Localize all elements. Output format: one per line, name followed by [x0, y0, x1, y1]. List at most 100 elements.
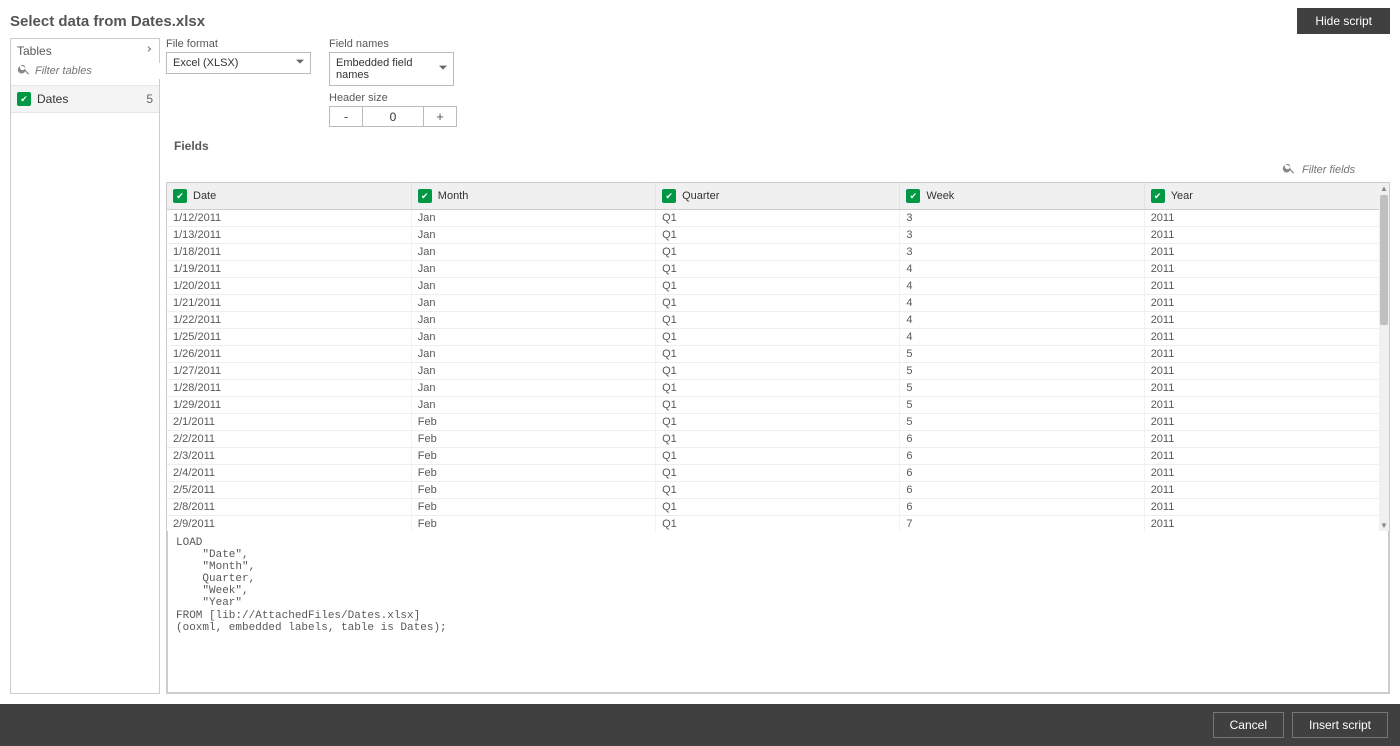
script-preview: LOAD "Date", "Month", Quarter, "Week", "… — [167, 531, 1389, 693]
table-cell: 1/21/2011 — [167, 295, 411, 312]
header-size-decrement-button[interactable]: - — [330, 107, 363, 126]
table-row: 2/5/2011FebQ162011 — [167, 482, 1389, 499]
column-label: Year — [1171, 190, 1193, 202]
table-cell: Jan — [411, 380, 655, 397]
column-header[interactable]: ✔Week — [900, 183, 1144, 210]
table-cell: 1/28/2011 — [167, 380, 411, 397]
table-row: 1/28/2011JanQ152011 — [167, 380, 1389, 397]
column-header[interactable]: ✔Date — [167, 183, 411, 210]
table-cell: Feb — [411, 482, 655, 499]
header-size-label: Header size — [329, 92, 457, 104]
table-cell: 2011 — [1144, 210, 1388, 227]
filter-fields-input[interactable] — [1300, 163, 1380, 177]
table-cell: 2/9/2011 — [167, 516, 411, 532]
table-cell: 1/29/2011 — [167, 397, 411, 414]
table-cell: 6 — [900, 499, 1144, 516]
scroll-down-arrow-icon[interactable]: ▼ — [1380, 520, 1388, 531]
tables-label: Tables — [17, 44, 52, 58]
field-names-select[interactable]: Embedded field names — [329, 52, 454, 86]
table-cell: Q1 — [656, 448, 900, 465]
table-cell: Q1 — [656, 346, 900, 363]
table-cell: 3 — [900, 227, 1144, 244]
insert-script-button[interactable]: Insert script — [1292, 712, 1388, 738]
table-cell: Q1 — [656, 244, 900, 261]
table-cell: Q1 — [656, 295, 900, 312]
table-cell: 1/18/2011 — [167, 244, 411, 261]
table-name: Dates — [37, 92, 140, 106]
table-cell: 5 — [900, 380, 1144, 397]
column-checkbox[interactable]: ✔ — [418, 189, 432, 203]
arrow-right-icon[interactable] — [141, 43, 153, 58]
table-cell: 1/13/2011 — [167, 227, 411, 244]
table-cell: 5 — [900, 346, 1144, 363]
table-cell: 2011 — [1144, 465, 1388, 482]
table-cell: 2/8/2011 — [167, 499, 411, 516]
cancel-button[interactable]: Cancel — [1213, 712, 1284, 738]
table-cell: Q1 — [656, 516, 900, 532]
table-checkbox[interactable]: ✔ — [17, 92, 31, 106]
table-row: 1/26/2011JanQ152011 — [167, 346, 1389, 363]
search-icon — [1282, 161, 1296, 178]
table-row: 2/4/2011FebQ162011 — [167, 465, 1389, 482]
table-cell: 5 — [900, 363, 1144, 380]
column-header[interactable]: ✔Month — [411, 183, 655, 210]
column-checkbox[interactable]: ✔ — [1151, 189, 1165, 203]
scrollbar-thumb[interactable] — [1380, 195, 1388, 325]
page-title: Select data from Dates.xlsx — [10, 13, 205, 30]
table-cell: 1/25/2011 — [167, 329, 411, 346]
table-row: 2/8/2011FebQ162011 — [167, 499, 1389, 516]
column-header[interactable]: ✔Quarter — [656, 183, 900, 210]
column-checkbox[interactable]: ✔ — [662, 189, 676, 203]
table-row: 1/13/2011JanQ132011 — [167, 227, 1389, 244]
table-cell: 1/22/2011 — [167, 312, 411, 329]
table-cell: 3 — [900, 244, 1144, 261]
table-cell: Jan — [411, 295, 655, 312]
vertical-scrollbar[interactable]: ▲ ▼ — [1379, 183, 1389, 531]
file-format-label: File format — [166, 38, 311, 50]
table-cell: Q1 — [656, 210, 900, 227]
table-row: 1/21/2011JanQ142011 — [167, 295, 1389, 312]
table-cell: 4 — [900, 329, 1144, 346]
table-cell: 2011 — [1144, 278, 1388, 295]
table-cell: Jan — [411, 261, 655, 278]
column-header[interactable]: ✔ Year — [1144, 183, 1388, 210]
table-cell: 2011 — [1144, 431, 1388, 448]
table-cell: Q1 — [656, 261, 900, 278]
table-field-count: 5 — [146, 92, 153, 106]
fields-label: Fields — [166, 133, 1390, 157]
table-item[interactable]: ✔ Dates 5 — [11, 86, 159, 113]
table-cell: 2011 — [1144, 482, 1388, 499]
table-cell: 6 — [900, 431, 1144, 448]
table-cell: Feb — [411, 448, 655, 465]
column-checkbox[interactable]: ✔ — [906, 189, 920, 203]
table-cell: Jan — [411, 363, 655, 380]
table-cell: 2011 — [1144, 261, 1388, 278]
table-row: 2/3/2011FebQ162011 — [167, 448, 1389, 465]
table-cell: 2011 — [1144, 312, 1388, 329]
tables-sidebar: Tables ✔ Dates 5 — [10, 38, 160, 694]
table-cell: 2/1/2011 — [167, 414, 411, 431]
table-cell: 2011 — [1144, 329, 1388, 346]
table-cell: 4 — [900, 295, 1144, 312]
file-format-select[interactable]: Excel (XLSX) — [166, 52, 311, 74]
table-row: 2/9/2011FebQ172011 — [167, 516, 1389, 532]
table-cell: Q1 — [656, 278, 900, 295]
header-size-increment-button[interactable]: + — [423, 107, 456, 126]
table-cell: Jan — [411, 346, 655, 363]
table-cell: 2/5/2011 — [167, 482, 411, 499]
table-cell: Feb — [411, 431, 655, 448]
scroll-up-arrow-icon[interactable]: ▲ — [1380, 183, 1388, 194]
column-checkbox[interactable]: ✔ — [173, 189, 187, 203]
chevron-down-icon — [439, 63, 447, 75]
hide-script-button[interactable]: Hide script — [1297, 8, 1390, 34]
table-cell: 2011 — [1144, 499, 1388, 516]
table-cell: 1/20/2011 — [167, 278, 411, 295]
table-cell: 4 — [900, 312, 1144, 329]
filter-tables-input[interactable] — [35, 63, 178, 79]
table-cell: Q1 — [656, 227, 900, 244]
header-size-stepper: - 0 + — [329, 106, 457, 127]
table-cell: Q1 — [656, 397, 900, 414]
table-cell: Jan — [411, 227, 655, 244]
table-cell: Jan — [411, 210, 655, 227]
table-cell: Q1 — [656, 363, 900, 380]
